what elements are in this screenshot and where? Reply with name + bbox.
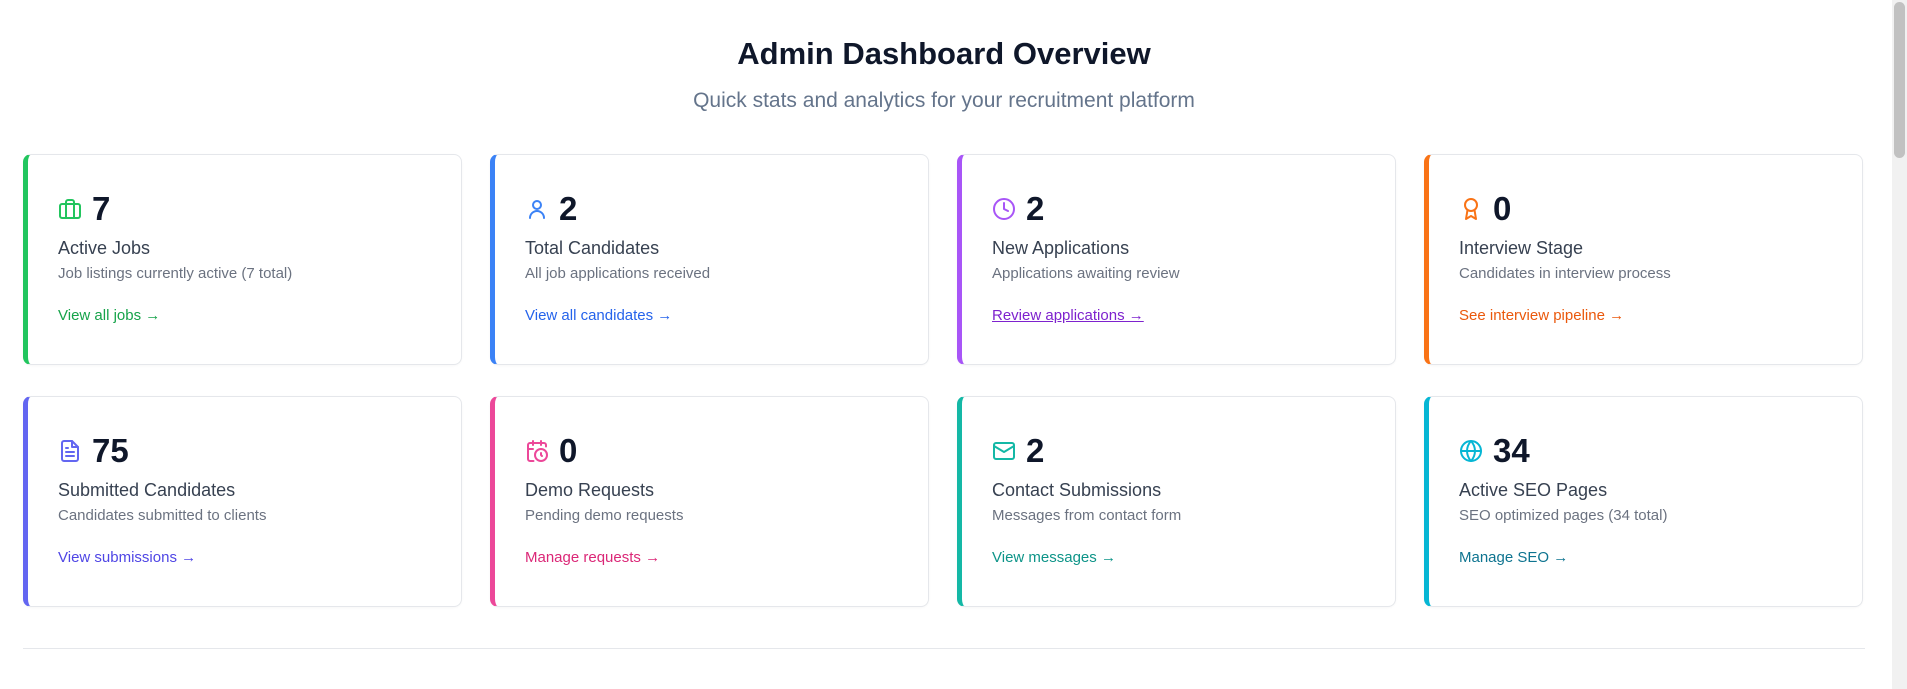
stat-label: Demo Requests <box>525 480 655 500</box>
stat-value: 2 <box>1026 432 1045 469</box>
stat-row: 75 <box>58 431 431 471</box>
stat-card-submitted-candidates: 75 Submitted Candidates Candidates submi… <box>23 396 462 607</box>
stat-description: SEO optimized pages (34 total) <box>1459 507 1668 524</box>
stat-label: Active Jobs <box>58 238 151 258</box>
stat-description: Pending demo requests <box>525 507 684 524</box>
review-applications-link[interactable]: Review applications → <box>992 306 1144 326</box>
page-header: Admin Dashboard Overview Quick stats and… <box>0 34 1888 114</box>
award-icon <box>1459 197 1483 221</box>
stat-row: 0 <box>525 431 898 471</box>
user-icon <box>525 197 549 221</box>
section-divider <box>23 648 1865 649</box>
view-all-jobs-link[interactable]: View all jobs → <box>58 306 160 326</box>
stat-value: 0 <box>559 432 578 469</box>
page-subtitle: Quick stats and analytics for your recru… <box>693 89 1195 112</box>
stat-card-active-seo-pages: 34 Active SEO Pages SEO optimized pages … <box>1424 396 1863 607</box>
stat-description: Candidates submitted to clients <box>58 507 267 524</box>
vertical-scrollbar[interactable] <box>1892 0 1907 689</box>
see-interview-pipeline-link[interactable]: See interview pipeline → <box>1459 306 1624 326</box>
stat-row: 7 <box>58 189 431 229</box>
stat-row: 2 <box>992 189 1365 229</box>
stat-card-new-applications: 2 New Applications Applications awaiting… <box>957 154 1396 365</box>
stat-row: 0 <box>1459 189 1832 229</box>
stat-value: 2 <box>559 190 578 227</box>
view-all-candidates-link[interactable]: View all candidates → <box>525 306 672 326</box>
stat-value: 75 <box>92 432 129 469</box>
stat-card-contact-submissions: 2 Contact Submissions Messages from cont… <box>957 396 1396 607</box>
mail-icon <box>992 439 1016 463</box>
stat-label: New Applications <box>992 238 1130 258</box>
clock-icon <box>992 197 1016 221</box>
stat-card-total-candidates: 2 Total Candidates All job applications … <box>490 154 929 365</box>
stat-card-demo-requests: 0 Demo Requests Pending demo requests Ma… <box>490 396 929 607</box>
view-submissions-link[interactable]: View submissions → <box>58 548 196 568</box>
stat-value: 7 <box>92 190 111 227</box>
file-text-icon <box>58 439 82 463</box>
stat-value: 0 <box>1493 190 1512 227</box>
stat-card-interview-stage: 0 Interview Stage Candidates in intervie… <box>1424 154 1863 365</box>
scrollbar-thumb[interactable] <box>1894 2 1905 158</box>
stat-description: Applications awaiting review <box>992 265 1180 282</box>
stat-row: 2 <box>525 189 898 229</box>
stat-label: Total Candidates <box>525 238 660 258</box>
stat-row: 34 <box>1459 431 1832 471</box>
page-title: Admin Dashboard Overview <box>737 36 1151 71</box>
stat-label: Active SEO Pages <box>1459 480 1608 500</box>
stat-label: Interview Stage <box>1459 238 1584 258</box>
manage-requests-link[interactable]: Manage requests → <box>525 548 660 568</box>
globe-icon <box>1459 439 1483 463</box>
stat-card-active-jobs: 7 Active Jobs Job listings currently act… <box>23 154 462 365</box>
stat-description: Candidates in interview process <box>1459 265 1671 282</box>
stat-value: 2 <box>1026 190 1045 227</box>
calendar-clock-icon <box>525 439 549 463</box>
dashboard-page: Admin Dashboard Overview Quick stats and… <box>0 0 1907 689</box>
stat-label: Contact Submissions <box>992 480 1162 500</box>
stat-row: 2 <box>992 431 1365 471</box>
stat-description: All job applications received <box>525 265 711 282</box>
briefcase-icon <box>58 197 82 221</box>
stats-grid: 7 Active Jobs Job listings currently act… <box>23 154 1865 607</box>
stat-description: Messages from contact form <box>992 507 1182 524</box>
manage-seo-link[interactable]: Manage SEO → <box>1459 548 1568 568</box>
stat-description: Job listings currently active (7 total) <box>58 265 293 282</box>
view-messages-link[interactable]: View messages → <box>992 548 1116 568</box>
stat-value: 34 <box>1493 432 1530 469</box>
stat-label: Submitted Candidates <box>58 480 236 500</box>
